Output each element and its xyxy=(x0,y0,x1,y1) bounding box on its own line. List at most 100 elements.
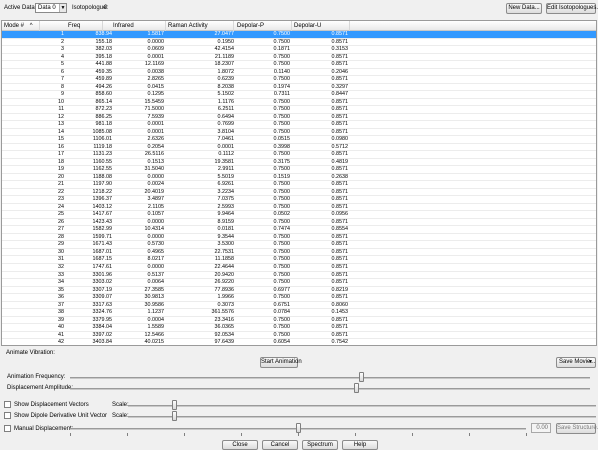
table-cell: 0.7500 xyxy=(273,271,291,278)
table-row[interactable]: 16 1119.18 0.2054 0.0001 0.3998 0.5712 xyxy=(2,144,596,152)
table-row[interactable]: 29 1671.43 0.5730 3.5300 0.7500 0.8571 xyxy=(2,241,596,249)
table-row[interactable]: 13 981.18 0.0001 0.7699 0.7500 0.8571 xyxy=(2,121,596,129)
table-row[interactable]: 18 1160.55 0.1513 19.3581 0.3175 0.4819 xyxy=(2,158,596,167)
table-cell: 0.7500 xyxy=(273,76,291,83)
table-row[interactable]: 9 858.60 0.1295 5.1502 0.7311 0.8447 xyxy=(2,91,596,99)
table-row[interactable]: 28 1599.71 0.0000 9.3544 0.7500 0.8571 xyxy=(2,234,596,242)
slider-tick xyxy=(298,433,299,436)
table-row[interactable]: 33 3301.96 0.5137 20.9420 0.7500 0.8571 xyxy=(2,271,596,280)
displacement-amplitude-slider[interactable] xyxy=(353,383,359,393)
table-row[interactable]: 15 1106.01 2.6326 7.0461 0.0515 0.0980 xyxy=(2,136,596,144)
table-cell: 10 xyxy=(58,98,64,105)
table-cell: 13 xyxy=(58,121,64,128)
table-row[interactable]: 7 459.89 2.8265 0.6239 0.7500 0.8571 xyxy=(2,76,596,84)
table-cell: 0.7500 xyxy=(273,38,291,45)
table-row[interactable]: 5 441.88 12.1169 18.2307 0.7500 0.8571 xyxy=(2,61,596,69)
table-row[interactable]: 20 1188.08 0.0000 5.5019 0.1519 0.2638 xyxy=(2,173,596,182)
column-header-mode[interactable]: Mode # ^ xyxy=(2,21,40,31)
slider-tick xyxy=(127,433,128,436)
table-row[interactable]: 36 3309.07 30.9813 1.9966 0.7500 0.8571 xyxy=(2,294,596,302)
table-cell: 20 xyxy=(58,173,64,180)
dipole-scale-slider[interactable] xyxy=(172,411,178,421)
manual-displacement-checkbox[interactable] xyxy=(4,425,11,432)
table-row[interactable]: 21 1197.90 0.0024 6.9261 0.7500 0.8571 xyxy=(2,181,596,189)
start-animation-button[interactable]: Start Animation xyxy=(260,357,302,368)
table-cell: 1197.90 xyxy=(92,181,112,188)
table-row[interactable]: 25 1417.67 0.1057 9.9464 0.0502 0.0956 xyxy=(2,211,596,219)
table-row[interactable]: 27 1582.99 10.4314 0.0181 0.7474 0.8554 xyxy=(2,226,596,234)
table-cell: 97.6439 xyxy=(214,339,235,346)
column-header-freq[interactable]: Freq xyxy=(40,21,103,31)
manual-displacement-value[interactable]: 0.00 xyxy=(531,423,551,433)
table-cell: 3379.95 xyxy=(92,316,113,323)
table-row[interactable]: 23 1396.37 3.4897 7.0375 0.7500 0.8571 xyxy=(2,196,596,204)
table-row[interactable]: 40 3384.04 1.5589 36.0365 0.7500 0.8571 xyxy=(2,324,596,332)
table-row[interactable]: 22 1218.22 20.4019 3.2234 0.7500 0.8571 xyxy=(2,189,596,197)
table-cell: 0.0956 xyxy=(331,211,349,218)
column-header-depolar-u[interactable]: Depolar-U xyxy=(292,21,350,31)
table-row[interactable]: 2 155.18 0.0000 0.1950 0.7500 0.8571 xyxy=(2,38,596,47)
table-cell: 0.0000 xyxy=(147,173,165,180)
table-row[interactable]: 38 3324.76 1.1237 361.5576 0.0784 0.1453 xyxy=(2,309,596,317)
table-cell: 0.8571 xyxy=(331,331,349,338)
slider-tick xyxy=(469,433,470,436)
table-cell: 26 xyxy=(58,218,64,225)
table-row[interactable]: 31 1687.15 8.0217 11.1858 0.7500 0.8571 xyxy=(2,256,596,264)
table-row[interactable]: 8 494.26 0.0415 8.2038 0.1974 0.3297 xyxy=(2,84,596,92)
table-row[interactable]: 17 1131.23 26.5116 0.1112 0.7500 0.8571 xyxy=(2,151,596,159)
column-header-infrared[interactable]: Infrared xyxy=(103,21,166,31)
manual-displacement-slider[interactable] xyxy=(295,423,301,433)
table-cell: 26.5116 xyxy=(144,151,164,158)
modes-table[interactable]: Mode # ^ Freq Infrared Raman Activity De… xyxy=(1,20,597,346)
save-structure-button[interactable]: Save Structure... xyxy=(556,423,598,434)
table-row[interactable]: 24 1403.12 2.1105 2.5993 0.7500 0.8571 xyxy=(2,203,596,212)
animation-frequency-label: Animation Frequency: xyxy=(7,374,66,380)
table-row[interactable]: 4 395.18 0.0001 21.1189 0.7500 0.8571 xyxy=(2,54,596,62)
chevron-down-icon: ▼ xyxy=(59,4,66,12)
table-cell: 0.0001 xyxy=(147,121,165,128)
table-cell: 2.6326 xyxy=(147,136,165,143)
table-row[interactable]: 6 459.35 0.0038 1.8072 0.1140 0.2046 xyxy=(2,69,596,77)
table-row[interactable]: 12 886.25 7.5939 0.6494 0.7500 0.8571 xyxy=(2,114,596,122)
table-row[interactable]: 30 1687.01 0.4965 22.7531 0.7500 0.8571 xyxy=(2,249,596,257)
table-row[interactable]: 19 1162.55 31.5040 2.9911 0.7500 0.8571 xyxy=(2,166,596,174)
table-row[interactable]: 10 865.14 15.5459 1.1176 0.7500 0.8571 xyxy=(2,98,596,107)
table-row[interactable]: 35 3307.19 27.3585 77.8936 0.6977 0.8219 xyxy=(2,286,596,295)
new-data-button[interactable]: New Data... xyxy=(506,3,542,14)
table-cell: 40.0215 xyxy=(144,339,165,346)
table-cell: 6.9261 xyxy=(217,181,235,188)
table-row[interactable]: 26 1423.43 0.0000 8.9159 0.7500 0.8571 xyxy=(2,218,596,227)
table-cell: 3 xyxy=(61,46,64,53)
show-dipole-checkbox[interactable] xyxy=(4,412,11,419)
table-cell: 18 xyxy=(58,158,64,165)
column-header-raman[interactable]: Raman Activity xyxy=(166,21,234,31)
table-row[interactable]: 3 382.03 0.0609 42.4154 0.1871 0.3153 xyxy=(2,46,596,54)
table-cell: 3403.84 xyxy=(92,339,113,346)
table-row[interactable]: 1 838.94 1.5817 27.0477 0.7500 0.8571 xyxy=(2,31,596,39)
table-cell: 0.1871 xyxy=(273,46,291,53)
edit-isotopologues-button[interactable]: Edit Isotopologues... xyxy=(546,3,598,14)
table-row[interactable]: 32 1747.61 0.0000 22.4644 0.7500 0.8571 xyxy=(2,264,596,272)
show-displacement-checkbox[interactable] xyxy=(4,401,11,408)
table-row[interactable]: 37 3317.63 30.9586 0.3073 0.6751 0.8060 xyxy=(2,302,596,310)
table-row[interactable]: 39 3379.95 0.0004 23.3416 0.7500 0.8571 xyxy=(2,316,596,325)
table-cell: 14 xyxy=(58,128,64,135)
table-row[interactable]: 42 3403.84 40.0215 97.6439 0.6054 0.7542 xyxy=(2,339,596,346)
table-row[interactable]: 41 3397.02 12.5466 92.0534 0.7500 0.8571 xyxy=(2,331,596,340)
table-row[interactable]: 14 1085.08 0.0001 3.8104 0.7500 0.8571 xyxy=(2,128,596,137)
table-cell: 17 xyxy=(58,151,64,158)
table-cell: 1.5817 xyxy=(147,31,165,37)
animation-frequency-slider[interactable] xyxy=(358,372,364,382)
table-cell: 2 xyxy=(61,38,64,45)
table-row[interactable]: 11 872.23 71.5000 6.2511 0.7500 0.8571 xyxy=(2,106,596,114)
active-data-select[interactable]: Data 0 ▼ xyxy=(35,3,67,13)
table-cell: 0.8219 xyxy=(331,286,349,293)
displacement-scale-slider[interactable] xyxy=(172,400,178,410)
table-cell: 0.8571 xyxy=(331,294,349,301)
table-cell: 0.8571 xyxy=(331,203,349,210)
sort-ascending-icon: ^ xyxy=(29,23,33,29)
column-header-depolar-p[interactable]: Depolar-P xyxy=(234,21,292,31)
table-row[interactable]: 34 3303.02 0.0064 26.9220 0.7500 0.8571 xyxy=(2,279,596,287)
save-movie-button[interactable]: Save Movie... ▼ xyxy=(556,357,596,368)
table-cell: 0.8571 xyxy=(331,166,349,173)
